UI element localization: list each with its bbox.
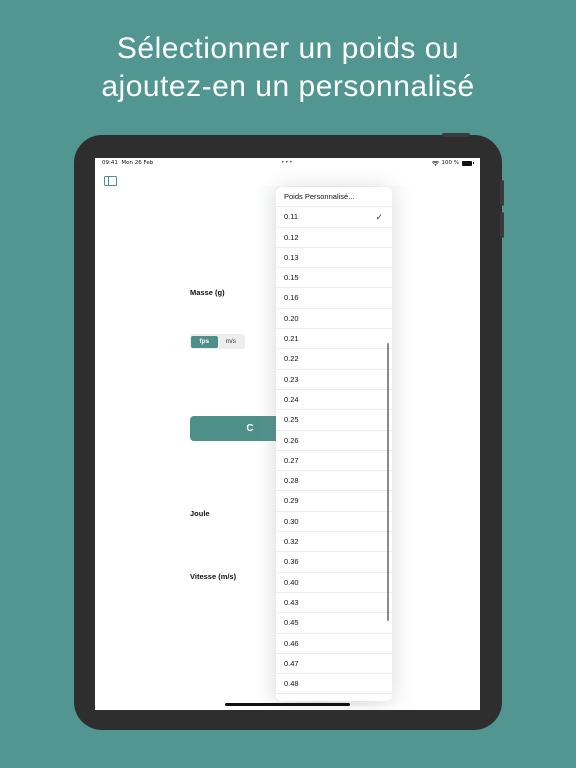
time-text: 09:41 bbox=[102, 160, 118, 166]
volume-down-button bbox=[500, 212, 504, 238]
weight-item-0.45[interactable]: 0.45 bbox=[276, 613, 392, 634]
weight-item-0.29[interactable]: 0.29 bbox=[276, 491, 392, 512]
weight-item-0.26[interactable]: 0.26 bbox=[276, 431, 392, 451]
top-button bbox=[442, 133, 470, 137]
mass-label: Masse (g) bbox=[190, 288, 225, 297]
wifi-icon bbox=[431, 160, 439, 166]
weight-item-label: 0.11 bbox=[284, 212, 299, 222]
weight-item-0.16[interactable]: 0.16 bbox=[276, 288, 392, 309]
weight-item-0.30[interactable]: 0.30 bbox=[276, 512, 392, 533]
sidebar-toggle-icon[interactable] bbox=[104, 176, 117, 186]
joule-label: Joule bbox=[190, 509, 210, 518]
weight-item-0.21[interactable]: 0.21 bbox=[276, 329, 392, 350]
weight-item-0.48[interactable]: 0.48 bbox=[276, 674, 392, 695]
weight-item-0.46[interactable]: 0.46 bbox=[276, 634, 392, 654]
weight-item-0.15[interactable]: 0.15 bbox=[276, 268, 392, 289]
weight-item-0.47[interactable]: 0.47 bbox=[276, 654, 392, 675]
weight-item-0.27[interactable]: 0.27 bbox=[276, 451, 392, 472]
status-bar: 09:41 Mon 26 Feb ••• 100 % bbox=[95, 158, 480, 170]
date-text: Mon 26 Feb bbox=[121, 160, 154, 166]
headline-line-1: Sélectionner un poids ou bbox=[116, 32, 460, 65]
weight-item-0.36[interactable]: 0.36 bbox=[276, 552, 392, 573]
weight-item-0.22[interactable]: 0.22 bbox=[276, 349, 392, 370]
battery-percent: 100 % bbox=[441, 160, 459, 166]
weight-item-0.12[interactable]: 0.12 bbox=[276, 228, 392, 248]
multitasking-dots-icon[interactable]: ••• bbox=[281, 159, 293, 166]
app-screen: 09:41 Mon 26 Feb ••• 100 % Masse (g) fps… bbox=[95, 158, 480, 710]
status-right: 100 % bbox=[431, 160, 474, 166]
battery-icon bbox=[462, 160, 474, 166]
status-time: 09:41 Mon 26 Feb bbox=[102, 160, 153, 166]
menu-scrollbar[interactable] bbox=[387, 343, 389, 621]
custom-weight-item[interactable]: Poids Personnalisé... bbox=[276, 187, 392, 208]
headline-line-2: ajoutez-en un personnalisé bbox=[101, 70, 475, 103]
volume-up-button bbox=[500, 180, 504, 206]
weight-item-0.32[interactable]: 0.32 bbox=[276, 532, 392, 553]
weight-item-0.11[interactable]: 0.11 ✓ bbox=[276, 207, 392, 228]
weight-item-0.40[interactable]: 0.40 bbox=[276, 573, 392, 593]
weight-item-0.20[interactable]: 0.20 bbox=[276, 309, 392, 330]
weight-item-0.25[interactable]: 0.25 bbox=[276, 410, 392, 431]
home-indicator[interactable] bbox=[225, 703, 350, 706]
weight-item-0.23[interactable]: 0.23 bbox=[276, 370, 392, 390]
speed-label: Vitesse (m/s) bbox=[190, 572, 237, 581]
marketing-headline: Sélectionner un poids ou ajoutez-en un p… bbox=[0, 30, 576, 106]
weight-item-0.28[interactable]: 0.28 bbox=[276, 471, 392, 492]
unit-option-fps[interactable]: fps bbox=[191, 335, 218, 348]
checkmark-icon: ✓ bbox=[375, 212, 383, 223]
weight-item-0.13[interactable]: 0.13 bbox=[276, 248, 392, 269]
weight-popover-menu: Poids Personnalisé... 0.11 ✓ 0.12 0.13 0… bbox=[276, 187, 392, 701]
weight-item-0.24[interactable]: 0.24 bbox=[276, 390, 392, 411]
weight-item-0.43[interactable]: 0.43 bbox=[276, 593, 392, 614]
unit-segmented-control[interactable]: fps m/s bbox=[190, 334, 245, 349]
unit-option-ms[interactable]: m/s bbox=[218, 336, 245, 348]
